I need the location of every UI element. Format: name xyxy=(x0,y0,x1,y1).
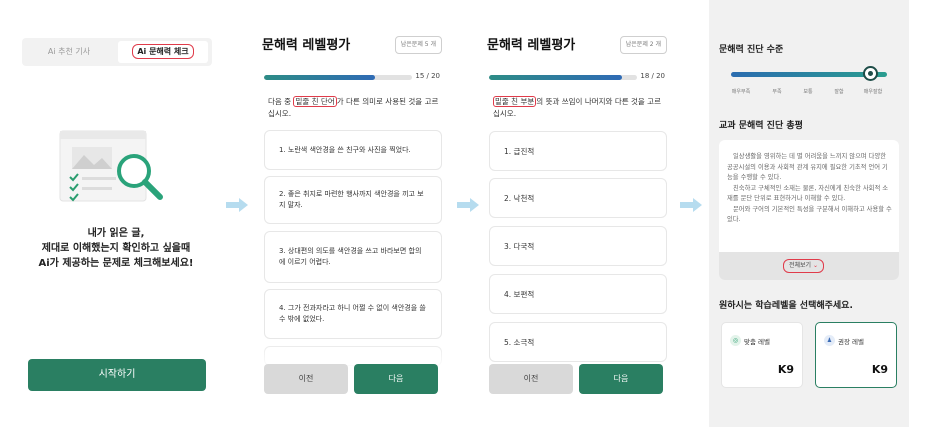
start-button[interactable]: 시작하기 xyxy=(28,359,206,391)
tab-label: Ai 문해력 체크 xyxy=(132,44,194,59)
tab-ai-literacy-check[interactable]: Ai 문해력 체크 xyxy=(118,41,208,63)
level-select-prompt: 원하시는 학습레벨을 선택해주세요. xyxy=(719,301,853,311)
option-text: 4. 그가 전과자라고 하니 어쩔 수 없이 색안경을 쓸 수 밖에 없었다. xyxy=(279,304,426,323)
question-text: 다음 중 밑줄 친 단어 가 다른 의미로 사용된 것을 고르십시오. xyxy=(268,96,440,120)
summary-card: 일상생활을 영위하는 데 별 어려움을 느끼지 않으며 다양한 공공시설의 이용… xyxy=(719,140,899,280)
option-text: 3. 상대편의 의도를 색안경을 쓰고 바라보면 합의에 이르기 어렵다. xyxy=(279,247,422,266)
view-all-label: 전체보기 xyxy=(789,262,812,269)
page-title: 문해력 레벨평가 xyxy=(262,38,351,53)
option-text: 2. 좋은 취지로 마련한 행사까지 색안경을 끼고 보지 말자. xyxy=(279,190,424,209)
progress-fill xyxy=(489,75,623,80)
answer-option[interactable]: 4. 보편적 xyxy=(489,274,667,314)
progress-fill xyxy=(264,75,375,80)
users-icon: ♟ xyxy=(824,335,835,346)
summary-paragraph: 친숙하고 구체적인 소재는 물론, 자신에게 친숙한 사회적 소재를 문단 단위… xyxy=(727,184,889,203)
level-name: 권장 레벨 xyxy=(838,338,864,346)
view-all-button[interactable]: 전체보기 ⌄ xyxy=(783,259,825,273)
level-label: 매우부족 xyxy=(731,89,751,95)
level-label: 부족 xyxy=(772,89,782,95)
remaining-questions-badge: 남은문제 2 개 xyxy=(619,36,667,54)
progress-bar xyxy=(264,75,412,80)
summary-footer: 전체보기 ⌄ xyxy=(719,252,899,280)
recommended-level-card[interactable]: ♟ 권장 레벨 K9 xyxy=(815,322,897,388)
intro-line: 내가 읽은 글, xyxy=(87,228,145,239)
level-section-title: 문해력 진단 수준 xyxy=(719,45,784,55)
answer-option[interactable]: 1. 노란색 색안경을 쓴 친구와 사진을 찍었다. xyxy=(264,130,442,170)
next-button[interactable]: 다음 xyxy=(579,364,663,394)
option-text: 2. 낙천적 xyxy=(504,193,535,203)
question-text: 밑줄 친 부분 의 뜻과 쓰임이 나머지와 다른 것을 고르십시오. xyxy=(493,96,665,120)
option-text: 1. 노란색 색안경을 쓴 친구와 사진을 찍었다. xyxy=(279,145,411,154)
answer-option[interactable]: 3. 다국적 xyxy=(489,226,667,266)
mode-tab-bar: Ai 추천 기사 Ai 문해력 체크 xyxy=(22,38,212,66)
intro-line: 제대로 이해했는지 확인하고 싶을때 xyxy=(41,243,191,254)
question-prefix: 다음 중 xyxy=(268,97,294,106)
flow-arrow-icon xyxy=(226,198,248,212)
summary-paragraph: 일상생활을 영위하는 데 별 어려움을 느끼지 않으며 다양한 공공시설의 이용… xyxy=(727,153,888,181)
intro-line: Ai가 제공하는 문제로 체크해보세요! xyxy=(38,258,194,269)
level-value: K9 xyxy=(777,363,794,376)
flow-arrow-icon xyxy=(457,198,479,212)
answer-option[interactable]: 2. 낙천적 xyxy=(489,178,667,218)
document-search-illustration xyxy=(59,130,163,202)
remaining-questions-badge: 남은문제 5 개 xyxy=(394,36,442,54)
literacy-intro-screen: Ai 추천 기사 Ai 문해력 체크 내가 읽은 글, 제대로 이해했는지 확인… xyxy=(18,0,214,427)
diagnosis-result-screen: 문해력 진단 수준 매우부족 부족 보통 잘함 매우잘함 교과 문해력 진단 총… xyxy=(709,0,909,427)
answer-option[interactable]: 5. 소극적 xyxy=(489,322,667,362)
summary-text: 일상생활을 영위하는 데 별 어려움을 느끼지 않으며 다양한 공공시설의 이용… xyxy=(727,152,893,226)
summary-paragraph: 문어와 구어의 기본적인 특성을 구분해서 이해하고 사용할 수 있다. xyxy=(727,205,892,224)
target-icon: ◎ xyxy=(730,335,741,346)
next-button[interactable]: 다음 xyxy=(354,364,438,394)
level-name: 맞춤 레벨 xyxy=(744,338,770,346)
progress-bar xyxy=(489,75,637,80)
level-slider-thumb xyxy=(863,66,878,81)
option-text: 3. 다국적 xyxy=(504,241,535,251)
level-test-screen-15: 문해력 레벨평가 남은문제 5 개 15 / 20 다음 중 밑줄 친 단어 가 … xyxy=(258,0,446,427)
level-test-screen-18: 문해력 레벨평가 남은문제 2 개 18 / 20 밑줄 친 부분 의 뜻과 쓰임… xyxy=(483,0,671,427)
progress-count: 15 / 20 xyxy=(415,72,440,80)
tab-ai-recommended-articles[interactable]: Ai 추천 기사 xyxy=(26,41,112,63)
highlighted-term: 밑줄 친 단어 xyxy=(293,96,337,107)
answer-option[interactable]: 2. 좋은 취지로 마련한 행사까지 색안경을 끼고 보지 말자. xyxy=(264,176,442,224)
intro-text: 내가 읽은 글, 제대로 이해했는지 확인하고 싶을때 Ai가 제공하는 문제로… xyxy=(18,226,214,271)
highlighted-term: 밑줄 친 부분 xyxy=(493,96,537,107)
level-label: 보통 xyxy=(803,89,813,95)
option-text: 1. 급진적 xyxy=(504,146,535,156)
progress-count: 18 / 20 xyxy=(640,72,665,80)
prev-button[interactable]: 이전 xyxy=(489,364,573,394)
answer-option[interactable]: 1. 급진적 xyxy=(489,131,667,171)
option-text: 4. 보편적 xyxy=(504,289,535,299)
answer-option[interactable]: 3. 상대편의 의도를 색안경을 쓰고 바라보면 합의에 이르기 어렵다. xyxy=(264,231,442,283)
answer-option[interactable]: 4. 그가 전과자라고 하니 어쩔 수 없이 색안경을 쓸 수 밖에 없었다. xyxy=(264,289,442,339)
level-label: 잘함 xyxy=(834,89,844,95)
chevron-down-icon: ⌄ xyxy=(813,262,819,269)
custom-level-card[interactable]: ◎ 맞춤 레벨 K9 xyxy=(721,322,803,388)
level-value: K9 xyxy=(871,363,888,376)
prev-button[interactable]: 이전 xyxy=(264,364,348,394)
summary-section-title: 교과 문해력 진단 총평 xyxy=(719,121,803,131)
level-label: 매우잘함 xyxy=(863,89,883,95)
page-title: 문해력 레벨평가 xyxy=(487,38,576,53)
option-text: 5. 소극적 xyxy=(504,337,535,347)
flow-arrow-icon xyxy=(680,198,702,212)
